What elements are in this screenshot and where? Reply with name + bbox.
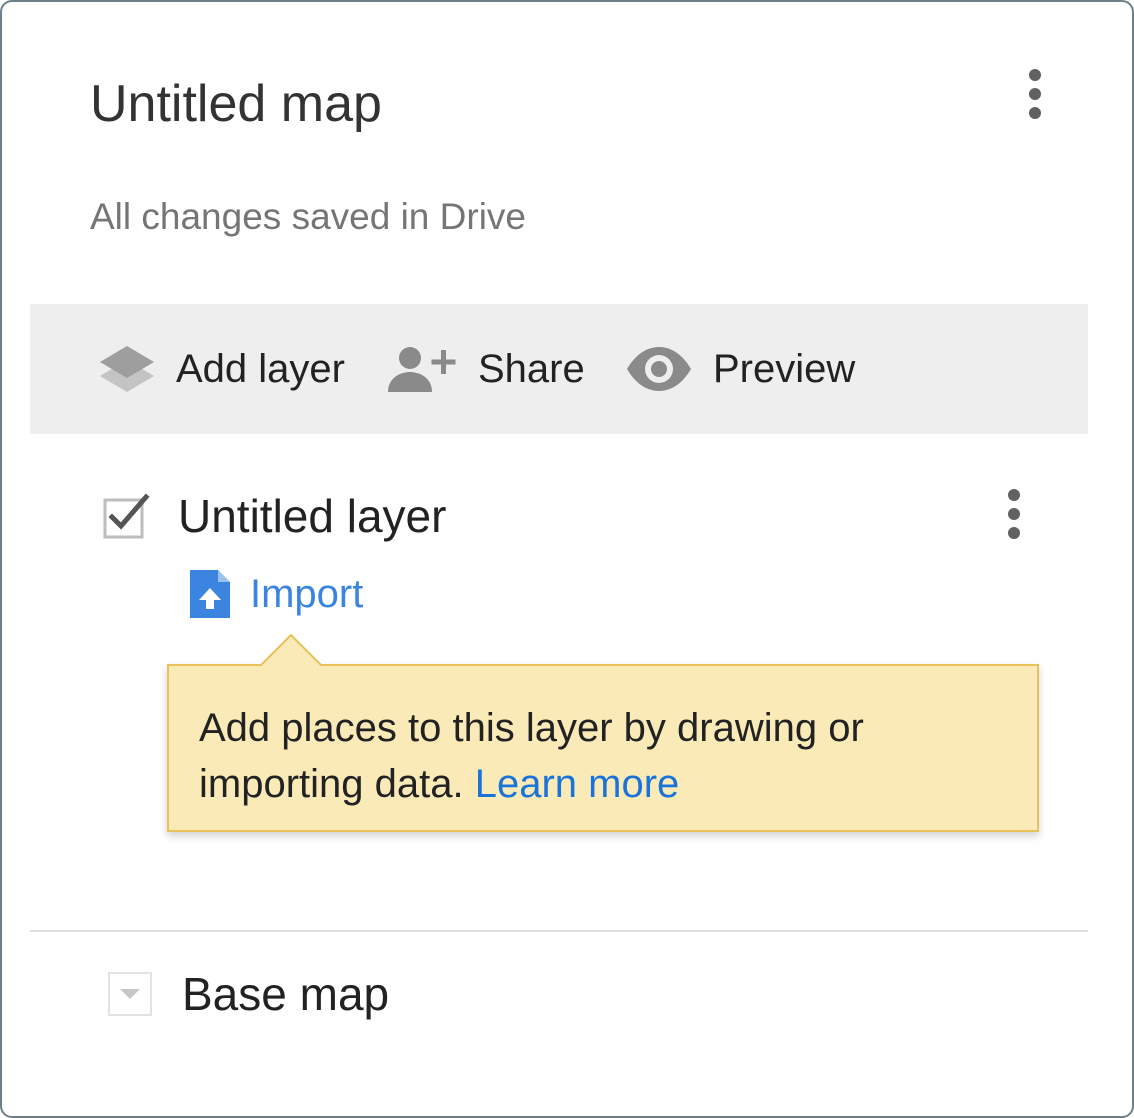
menu-dot: [1029, 88, 1041, 100]
menu-dot: [1008, 489, 1020, 501]
base-map-label[interactable]: Base map: [182, 967, 389, 1021]
base-map-toggle[interactable]: [108, 972, 152, 1016]
toolbar: Add layer Share Preview: [30, 304, 1088, 434]
layer-hint-tooltip: Add places to this layer by drawing or i…: [167, 664, 1039, 832]
import-link[interactable]: Import: [188, 564, 363, 624]
share-label: Share: [478, 346, 585, 391]
preview-label: Preview: [713, 346, 856, 391]
map-legend-panel: Untitled map All changes saved in Drive …: [0, 0, 1134, 1118]
save-status: All changes saved in Drive: [90, 196, 526, 237]
menu-dot: [1029, 107, 1041, 119]
share-button[interactable]: Share: [388, 304, 585, 434]
layer-name[interactable]: Untitled layer: [178, 489, 446, 543]
menu-dot: [1029, 69, 1041, 81]
menu-dot: [1008, 508, 1020, 520]
tooltip-message: Add places to this layer by drawing or i…: [199, 700, 1019, 812]
layer-options-menu-icon[interactable]: [994, 478, 1034, 550]
preview-button[interactable]: Preview: [625, 304, 855, 434]
base-map-row: Base map: [108, 964, 389, 1024]
divider: [30, 930, 1088, 932]
import-label: Import: [250, 571, 364, 616]
menu-dot: [1008, 527, 1020, 539]
caret-down-icon: [120, 989, 140, 999]
map-options-menu-icon[interactable]: [1015, 58, 1055, 130]
file-upload-icon: [190, 570, 230, 618]
layer-row: Untitled layer: [102, 486, 446, 546]
map-title[interactable]: Untitled map: [90, 72, 382, 136]
person-add-icon: [388, 347, 456, 392]
add-layer-label: Add layer: [176, 346, 345, 391]
tooltip-arrow: [258, 634, 324, 668]
learn-more-link[interactable]: Learn more: [475, 762, 680, 806]
eye-icon: [627, 347, 691, 391]
add-layer-button[interactable]: Add layer: [98, 304, 345, 434]
checkbox-checked-icon[interactable]: [102, 492, 150, 540]
layers-icon: [100, 346, 154, 392]
